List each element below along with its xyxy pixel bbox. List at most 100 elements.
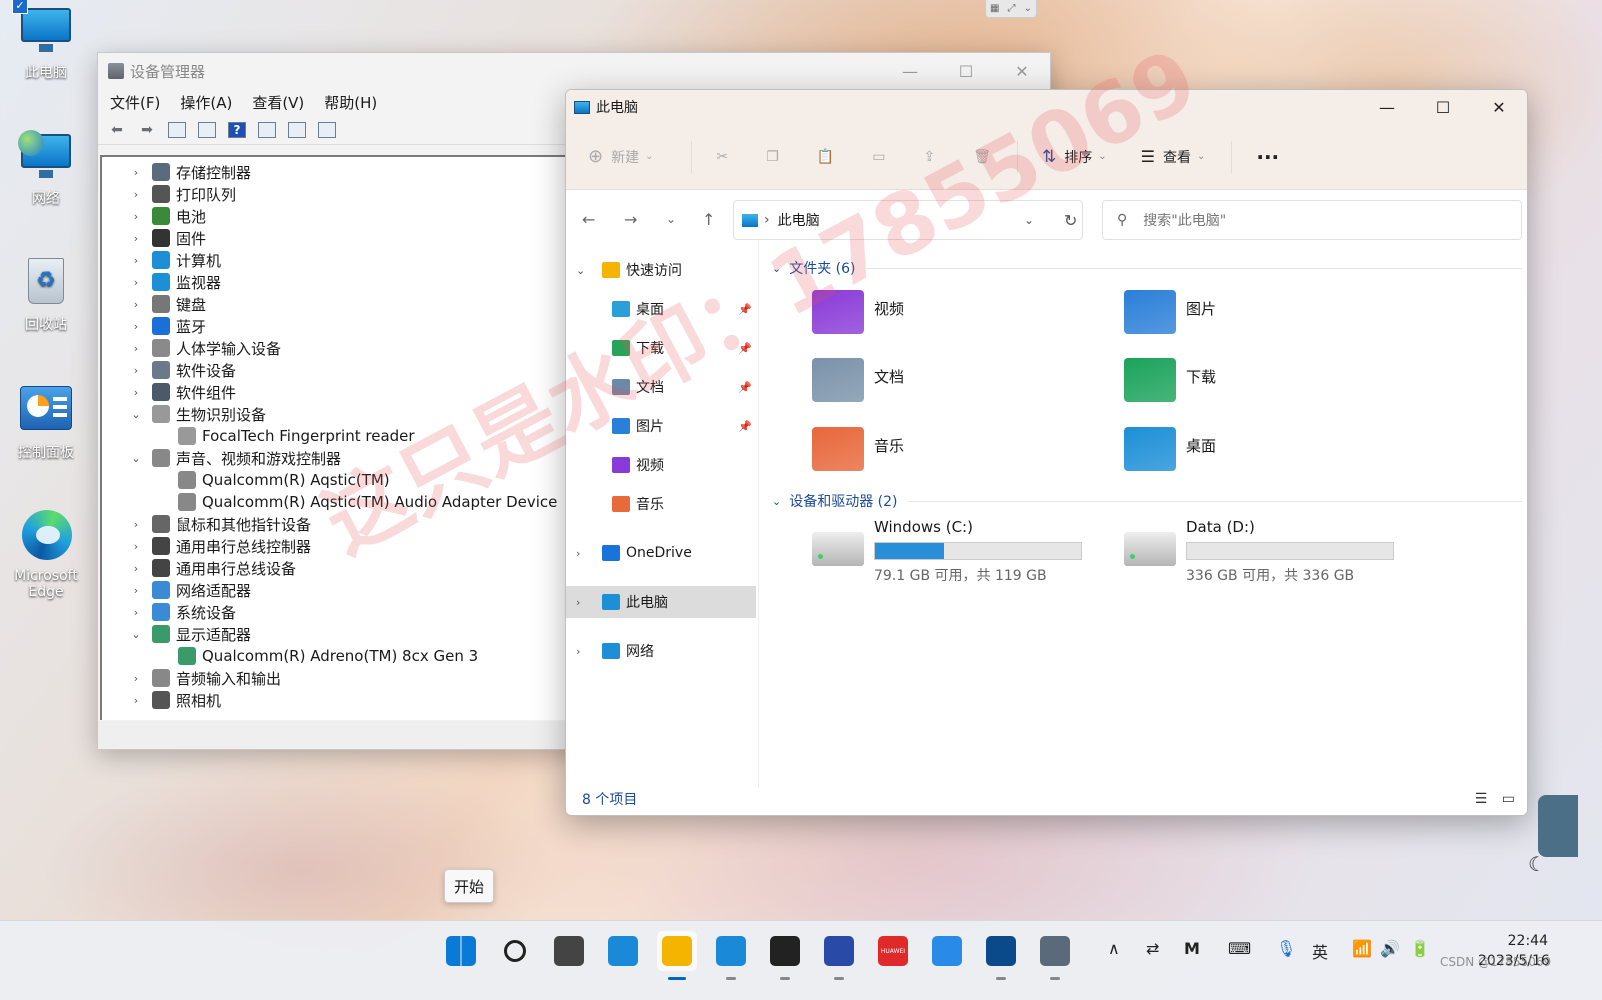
back-icon[interactable]: ⬅ [104,119,130,141]
maximize-button[interactable]: ☐ [1415,90,1471,124]
device-category[interactable]: › 蓝牙 [128,315,206,337]
chevron-right-icon[interactable]: › [576,596,592,609]
chevron-right-icon[interactable]: › [128,298,144,311]
close-button[interactable]: ✕ [994,53,1050,89]
minimize-button[interactable]: — [882,53,938,89]
nav-item-0[interactable]: ⌄ 快速访问 [566,254,756,286]
chevron-right-icon[interactable]: › [576,645,592,658]
nav-item-7[interactable]: › OneDrive [566,537,756,569]
forward-icon[interactable]: → [624,210,666,229]
device-item[interactable]: Qualcomm(R) Aqstic(TM) [174,469,390,491]
nav-item-4[interactable]: 图片 📌 [566,410,756,442]
device-category[interactable]: › 系统设备 [128,601,236,623]
chevron-right-icon[interactable]: › [128,386,144,399]
widgets-button[interactable] [603,931,643,971]
close-button[interactable]: ✕ [1471,90,1527,124]
chevron-right-icon[interactable]: › [128,694,144,707]
nav-item-1[interactable]: 桌面 📌 [566,293,756,325]
menu-view[interactable]: 查看(V) [252,92,304,113]
file-explorer-button[interactable] [657,931,697,980]
top-strip[interactable]: ▦ ⤢ ⌄ [985,0,1037,18]
keyboard-icon[interactable]: ⌨ [1228,939,1251,958]
breadcrumb[interactable]: 此电脑 [778,210,820,230]
device-category[interactable]: › 打印队列 [128,183,236,205]
nav-item-2[interactable]: 下载 📌 [566,332,756,364]
menu-help[interactable]: 帮助(H) [324,92,377,113]
folder-tile[interactable]: 下载 [1124,358,1424,414]
device-category[interactable]: › 人体学输入设备 [128,337,281,359]
tray-meetime-icon[interactable]: M [1184,939,1200,958]
folder-tile[interactable]: 图片 [1124,290,1424,346]
store-button[interactable] [765,931,805,980]
chevron-down-icon[interactable]: ⌄ [128,628,144,641]
device-category[interactable]: › 网络适配器 [128,579,251,601]
device-category[interactable]: › 通用串行总线控制器 [128,535,311,557]
start-button[interactable] [441,931,481,971]
chevron-right-icon[interactable]: › [128,562,144,575]
nav-item-6[interactable]: 音乐 [566,488,756,520]
rename-button[interactable]: ▭ [872,149,885,165]
share-button[interactable]: ⇪ [923,149,935,165]
volume-icon[interactable]: 🔊 [1380,939,1400,958]
cut-button[interactable]: ✂ [716,149,728,165]
folder-tile[interactable]: 视频 [812,290,1112,346]
address-dropdown-icon[interactable]: ⌄ [1024,213,1034,227]
edge-button[interactable] [711,931,751,980]
desktop-icon-3[interactable]: 控制面板 [8,384,84,462]
device-category[interactable]: › 音频输入和输出 [128,667,281,689]
scan-hardware-icon[interactable] [314,119,340,141]
folder-tile[interactable]: 文档 [812,358,1112,414]
device-category[interactable]: › 存储控制器 [128,161,251,183]
chevron-right-icon[interactable]: › [128,188,144,201]
ime-indicator[interactable]: 英 [1312,939,1328,963]
device-category[interactable]: › 键盘 [128,293,206,315]
meetime-button[interactable] [819,931,859,980]
device-category[interactable]: › 计算机 [128,249,221,271]
chevron-right-icon[interactable]: › [128,584,144,597]
task-view-button[interactable] [549,931,589,971]
chevron-right-icon[interactable]: › [128,518,144,531]
device-category[interactable]: › 鼠标和其他指针设备 [128,513,311,535]
device-category[interactable]: › 软件设备 [128,359,236,381]
chevron-right-icon[interactable]: › [128,606,144,619]
paste-button[interactable]: 📋 [817,149,834,165]
device-category[interactable]: › 软件组件 [128,381,236,403]
chevron-right-icon[interactable]: › [128,276,144,289]
device-item[interactable]: Qualcomm(R) Aqstic(TM) Audio Adapter Dev… [174,491,557,513]
chevron-right-icon[interactable]: › [128,342,144,355]
forward-icon[interactable]: ➡ [134,119,160,141]
desktop-icon-1[interactable]: 网络 [8,130,84,208]
nav-item-5[interactable]: 视频 [566,449,756,481]
tray-settings-icon[interactable]: ⇄ [1146,939,1159,958]
cloud-button[interactable] [927,931,967,971]
address-bar[interactable]: › 此电脑 ⌄ ↻ [733,200,1083,240]
maximize-button[interactable]: ☐ [938,53,994,89]
show-hide-tree-icon[interactable] [164,119,190,141]
chevron-right-icon[interactable]: › [128,232,144,245]
wifi-icon[interactable]: 📶 [1352,939,1372,958]
search-input[interactable]: ⚲ 搜索"此电脑" [1102,200,1522,240]
chevron-down-icon[interactable]: ⌄ [576,264,592,277]
device-category[interactable]: ⌄ 显示适配器 [128,623,251,645]
device-manager-button[interactable] [1035,931,1075,980]
battery-icon[interactable]: 🔋 [1410,939,1430,958]
properties-icon[interactable] [194,119,220,141]
nav-item-3[interactable]: 文档 📌 [566,371,756,403]
view-button[interactable]: ☰ 查看 ⌄ [1141,147,1206,167]
menu-file[interactable]: 文件(F) [110,92,160,113]
menu-action[interactable]: 操作(A) [180,92,232,113]
desktop-icon-2[interactable]: ♻ 回收站 [8,256,84,334]
nav-item-9[interactable]: › 网络 [566,635,756,667]
chevron-down-icon[interactable]: ⌄ [128,408,144,421]
chevron-right-icon[interactable]: › [128,210,144,223]
folder-tile[interactable]: 音乐 [812,427,1112,483]
view-icon[interactable] [254,119,280,141]
teamviewer-button[interactable] [981,931,1021,980]
help-icon[interactable]: ? [224,119,250,141]
new-button[interactable]: ⊕ 新建 ⌄ [588,146,653,167]
device-category[interactable]: › 监视器 [128,271,221,293]
folder-tile[interactable]: 桌面 [1124,427,1424,483]
device-category[interactable]: ⌄ 声音、视频和游戏控制器 [128,447,341,469]
device-category[interactable]: › 电池 [128,205,206,227]
chevron-right-icon[interactable]: › [128,364,144,377]
